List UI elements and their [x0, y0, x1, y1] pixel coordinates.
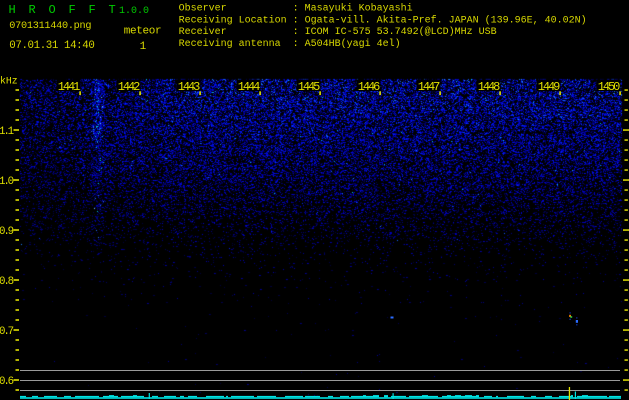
svg-text:1: 1: [140, 41, 147, 53]
svg-text:07.01.31 14:40: 07.01.31 14:40: [9, 40, 94, 52]
svg-text:1.0: 1.0: [0, 176, 14, 188]
svg-text:1447: 1447: [418, 80, 440, 94]
svg-text:R: R: [29, 3, 36, 17]
svg-text:T: T: [109, 3, 116, 17]
svg-text:1.0.0: 1.0.0: [119, 6, 149, 17]
svg-text:0.9: 0.9: [0, 226, 14, 238]
svg-text:1442: 1442: [118, 80, 140, 94]
svg-text:1444: 1444: [238, 80, 260, 94]
svg-text:1446: 1446: [358, 80, 380, 94]
svg-text:0701311440.png: 0701311440.png: [9, 21, 91, 32]
svg-text:1443: 1443: [178, 80, 200, 94]
svg-text:F: F: [89, 3, 96, 17]
svg-text:0.6: 0.6: [0, 376, 14, 388]
svg-text:0.7: 0.7: [0, 326, 14, 338]
svg-text:kHz: kHz: [0, 76, 18, 87]
svg-text:1445: 1445: [298, 80, 320, 94]
svg-text:1448: 1448: [478, 80, 500, 94]
svg-text:1441: 1441: [58, 80, 80, 94]
svg-text:Observer : Masayuki: Observer : Masayuki Kobayashi: [179, 3, 413, 15]
svg-text:Receiver : ICOM IC-5: Receiver : ICOM IC-575 53.7492(@LCD)MHz …: [179, 26, 497, 38]
svg-text:meteor: meteor: [124, 26, 162, 38]
svg-text:F: F: [69, 3, 76, 17]
svg-text:Receiving Location : Ogata-vil: Receiving Location : Ogata-vill. Akita-P…: [179, 14, 587, 26]
svg-text:0.8: 0.8: [0, 276, 14, 288]
svg-text:Receiving antenna : A504HB(ya: Receiving antenna : A504HB(yagi 4el): [179, 38, 401, 50]
svg-text:H: H: [9, 3, 16, 17]
svg-text:1449: 1449: [538, 80, 560, 94]
svg-text:1450: 1450: [598, 80, 620, 94]
svg-text:1.1: 1.1: [0, 126, 14, 138]
svg-text:O: O: [49, 3, 56, 17]
